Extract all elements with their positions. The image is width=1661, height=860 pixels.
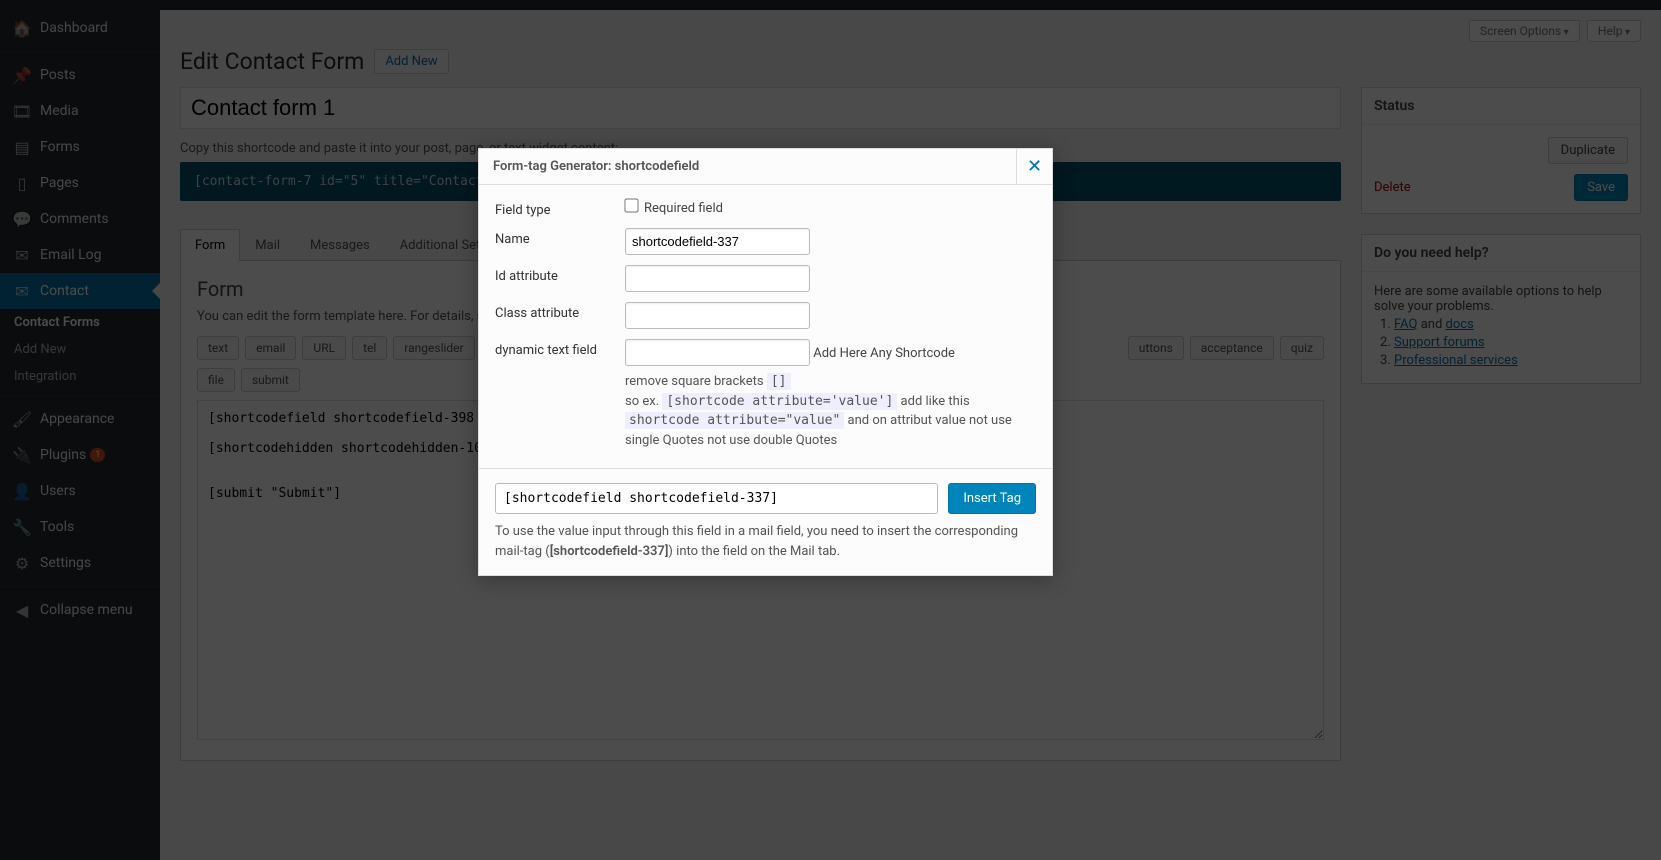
user-icon: 👤 [12, 481, 32, 501]
duplicate-button[interactable]: Duplicate [1548, 137, 1628, 164]
name-input[interactable] [625, 228, 810, 255]
status-heading: Status [1362, 88, 1640, 125]
professional-services-link[interactable]: Professional services [1394, 353, 1518, 368]
form-tag-generator-modal: Form-tag Generator: shortcodefield ✕ Fie… [478, 148, 1053, 576]
mail-icon: ✉ [12, 245, 32, 265]
help-button[interactable]: Help [1587, 20, 1641, 42]
tab-mail[interactable]: Mail [240, 229, 295, 261]
modal-title: Form-tag Generator: shortcodefield [479, 149, 713, 184]
tag-file-button[interactable]: file [197, 368, 235, 392]
menu-label: Pages [40, 175, 79, 191]
id-label: Id attribute [495, 265, 625, 284]
menu-label: Plugins [40, 447, 86, 463]
admin-sidebar: 🏠 Dashboard 📌 Posts 🎞 Media ▤ Forms ▯ Pages 💬… [0, 10, 160, 860]
close-icon: ✕ [1027, 156, 1042, 177]
media-icon: 🎞 [12, 101, 32, 121]
menu-label: Collapse menu [40, 602, 133, 618]
dynamic-input[interactable] [625, 339, 810, 366]
save-button[interactable]: Save [1574, 174, 1628, 201]
mail-tag-note: To use the value input through this fiel… [495, 522, 1036, 561]
faq-link[interactable]: FAQ [1394, 317, 1417, 332]
page-title: Edit Contact Form [180, 48, 364, 75]
tag-submit-button[interactable]: submit [241, 368, 300, 392]
tag-quiz-button[interactable]: quiz [1280, 336, 1324, 360]
tab-form[interactable]: Form [180, 229, 240, 261]
gear-icon: ⚙ [12, 553, 32, 573]
plug-icon: 🔌 [12, 445, 32, 465]
help-intro: Here are some available options to help … [1374, 284, 1628, 314]
submenu-integration[interactable]: Integration [0, 363, 160, 390]
comments-icon: 💬 [12, 209, 32, 229]
menu-label: Forms [40, 139, 80, 155]
pin-icon: 📌 [12, 65, 32, 85]
screen-options-button[interactable]: Screen Options [1469, 20, 1580, 42]
menu-label: Dashboard [40, 20, 108, 36]
tag-email-button[interactable]: email [245, 336, 296, 360]
menu-label: Tools [40, 519, 74, 535]
submenu-contact-forms[interactable]: Contact Forms [0, 309, 160, 336]
tag-acceptance-button[interactable]: acceptance [1190, 336, 1274, 360]
tag-output[interactable] [495, 483, 938, 514]
menu-media[interactable]: 🎞 Media [0, 93, 160, 129]
required-checkbox[interactable] [624, 198, 638, 212]
docs-link[interactable]: docs [1446, 317, 1474, 332]
menu-forms[interactable]: ▤ Forms [0, 129, 160, 165]
menu-pages[interactable]: ▯ Pages [0, 165, 160, 201]
class-label: Class attribute [495, 302, 625, 321]
help-block: remove square brackets [] so ex. [shortc… [625, 372, 1036, 450]
pages-icon: ▯ [12, 173, 32, 193]
tag-overflow-button[interactable]: uttons [1128, 336, 1184, 360]
menu-label: Contact [40, 283, 89, 299]
required-field-label[interactable]: Required field [625, 201, 723, 216]
menu-posts[interactable]: 📌 Posts [0, 57, 160, 93]
menu-label: Settings [40, 555, 91, 571]
dynamic-label: dynamic text field [495, 339, 625, 358]
admin-bar [0, 0, 1661, 10]
menu-contact[interactable]: ✉ Contact [0, 273, 160, 309]
tab-messages[interactable]: Messages [295, 229, 385, 261]
tag-text-button[interactable]: text [197, 336, 239, 360]
add-new-button[interactable]: Add New [374, 49, 448, 74]
id-input[interactable] [625, 265, 810, 292]
menu-appearance[interactable]: 🖌 Appearance [0, 401, 160, 437]
menu-users[interactable]: 👤 Users [0, 473, 160, 509]
menu-plugins[interactable]: 🔌 Plugins 1 [0, 437, 160, 473]
home-icon: 🏠 [12, 18, 32, 38]
update-badge: 1 [90, 448, 105, 462]
menu-settings[interactable]: ⚙ Settings [0, 545, 160, 581]
collapse-icon: ◀ [12, 600, 32, 620]
form-title-input[interactable] [180, 87, 1341, 129]
insert-tag-button[interactable]: Insert Tag [948, 483, 1036, 514]
menu-label: Media [40, 103, 79, 119]
status-box: Status Duplicate Delete Save [1361, 87, 1641, 214]
menu-collapse[interactable]: ◀ Collapse menu [0, 592, 160, 628]
help-box: Do you need help? Here are some availabl… [1361, 234, 1641, 384]
submenu-add-new[interactable]: Add New [0, 336, 160, 363]
menu-tools[interactable]: 🔧 Tools [0, 509, 160, 545]
name-label: Name [495, 228, 625, 247]
delete-link[interactable]: Delete [1374, 180, 1411, 195]
dynamic-hint: Add Here Any Shortcode [813, 346, 955, 361]
class-input[interactable] [625, 302, 810, 329]
tag-rangeslider-button[interactable]: rangeslider [393, 336, 474, 360]
menu-label: Comments [40, 211, 109, 227]
menu-comments[interactable]: 💬 Comments [0, 201, 160, 237]
modal-close-button[interactable]: ✕ [1016, 149, 1052, 184]
menu-label: Users [40, 483, 76, 499]
fieldtype-label: Field type [495, 199, 625, 218]
menu-emaillog[interactable]: ✉ Email Log [0, 237, 160, 273]
tag-url-button[interactable]: URL [302, 336, 346, 360]
menu-label: Posts [40, 67, 76, 83]
forms-icon: ▤ [12, 137, 32, 157]
wrench-icon: 🔧 [12, 517, 32, 537]
menu-label: Email Log [40, 247, 102, 263]
help-heading: Do you need help? [1362, 235, 1640, 272]
menu-label: Appearance [40, 411, 114, 427]
tag-tel-button[interactable]: tel [352, 336, 387, 360]
mail-icon: ✉ [12, 281, 32, 301]
brush-icon: 🖌 [12, 409, 32, 429]
support-forums-link[interactable]: Support forums [1394, 335, 1485, 350]
menu-dashboard[interactable]: 🏠 Dashboard [0, 10, 160, 46]
